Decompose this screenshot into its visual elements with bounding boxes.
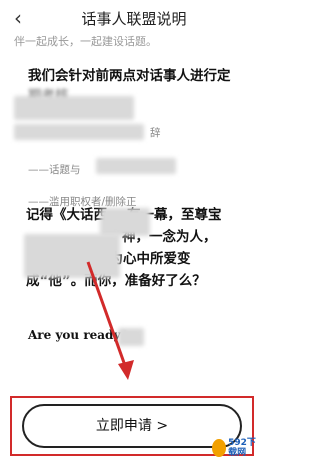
watermark-logo-icon	[212, 439, 227, 457]
watermark-text: 592下载网	[228, 438, 256, 458]
annotation-arrow-icon	[86, 261, 134, 380]
apply-button[interactable]: 立即申请 >	[22, 404, 242, 448]
watermark: 592下载网	[212, 437, 264, 459]
